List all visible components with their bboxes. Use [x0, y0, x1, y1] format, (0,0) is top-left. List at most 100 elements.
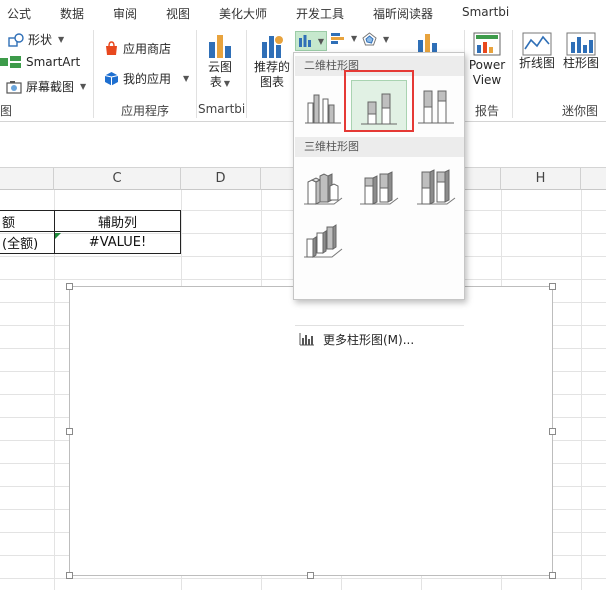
shapes-icon: [8, 32, 24, 47]
resize-handle[interactable]: [66, 283, 73, 290]
group-label-sparklines: 迷你图: [562, 104, 599, 118]
bar-chart-icon: [331, 33, 344, 44]
recommended-charts-label-1: 推荐的: [253, 60, 290, 74]
insert-radar-chart-button[interactable]: ▼: [362, 32, 389, 46]
tab-smartbi[interactable]: Smartbi: [462, 5, 509, 19]
gridline: [0, 578, 606, 579]
resize-handle[interactable]: [549, 572, 556, 579]
chevron-down-icon: ▼: [183, 74, 190, 83]
column-chart-icon: [298, 35, 311, 47]
cloud-chart-label-1: 云图: [207, 60, 232, 74]
my-apps-icon: [104, 72, 119, 86]
gridline: [581, 190, 582, 590]
chevron-down-icon: ▼: [317, 36, 325, 46]
clustered-column-icon: [305, 94, 341, 124]
office-store-button[interactable]: 应用商店: [104, 40, 171, 57]
chart-type-3d-column[interactable]: [298, 215, 348, 265]
more-charts-icon: [299, 333, 314, 346]
sparkline-column-icon: [566, 32, 596, 56]
group-label-illustrations: 图: [0, 104, 13, 118]
power-view-icon: [473, 32, 501, 56]
cell-b-header[interactable]: 额: [0, 210, 54, 232]
screenshot-label: 屏幕截图: [26, 80, 75, 94]
tab-formulas[interactable]: 公式: [7, 5, 31, 22]
chart-type-3d-clustered-column[interactable]: [298, 163, 348, 213]
smartart-icon: [0, 56, 21, 68]
resize-handle[interactable]: [549, 283, 556, 290]
shapes-label: 形状: [28, 33, 53, 47]
cloud-chart-label-2: 表 ▼: [209, 75, 231, 89]
resize-handle[interactable]: [307, 572, 314, 579]
ribbon-tab-bar: 公式 数据 审阅 视图 美化大师 开发工具 福昕阅读器 Smartbi: [0, 0, 606, 26]
power-view-label-1: Power: [468, 58, 506, 72]
sparkline-column-label: 柱形图: [562, 56, 599, 70]
screenshot-button[interactable]: 屏幕截图 ▼: [6, 78, 86, 95]
dropdown-separator: [295, 325, 464, 326]
resize-handle[interactable]: [549, 428, 556, 435]
tab-developer[interactable]: 开发工具: [296, 5, 344, 22]
sparkline-column-button[interactable]: 柱形图: [560, 32, 602, 71]
tab-view[interactable]: 视图: [166, 5, 190, 22]
group-separator: [512, 30, 513, 118]
recommended-charts-button[interactable]: 推荐的 图表: [250, 32, 294, 90]
sparkline-line-icon: [522, 32, 552, 56]
store-label: 应用商店: [123, 42, 172, 56]
percent-stacked-column-icon: [418, 90, 454, 124]
shapes-button[interactable]: 形状 ▼: [8, 31, 64, 48]
tab-review[interactable]: 审阅: [113, 5, 137, 22]
resize-handle[interactable]: [66, 428, 73, 435]
store-icon: [106, 41, 117, 55]
sparkline-line-button[interactable]: 折线图: [516, 32, 558, 71]
sparkline-line-label: 折线图: [518, 56, 555, 70]
smartart-label: SmartArt: [26, 55, 81, 69]
group-label-apps: 应用程序: [121, 104, 170, 118]
chart-type-3d-100-stacked-column[interactable]: [411, 163, 461, 213]
group-label-smartbi: Smartbi: [198, 102, 246, 116]
power-view-button[interactable]: Power View: [468, 32, 506, 88]
tab-data[interactable]: 数据: [60, 5, 84, 22]
cell-b-value[interactable]: (全额): [0, 232, 54, 254]
smartart-button[interactable]: SmartArt: [0, 55, 80, 69]
my-apps-label: 我的应用: [123, 72, 172, 86]
error-indicator-icon[interactable]: [55, 233, 61, 239]
cell-c-value[interactable]: #VALUE!: [54, 232, 181, 254]
3d-stacked-column-icon: [360, 171, 399, 205]
pivot-chart-button[interactable]: [414, 32, 440, 54]
chevron-down-icon: ▼: [80, 82, 87, 91]
insert-column-chart-button[interactable]: ▼: [295, 31, 327, 51]
group-separator: [93, 30, 94, 118]
tab-foxit[interactable]: 福昕阅读器: [373, 5, 433, 22]
screenshot-icon: [6, 80, 22, 94]
3d-column-icon: [304, 224, 343, 258]
column-header-c[interactable]: C: [54, 168, 181, 190]
column-header-b[interactable]: [0, 168, 54, 190]
section-3d-column: 三维柱形图: [295, 137, 464, 157]
tab-beautify[interactable]: 美化大师: [219, 5, 267, 22]
more-column-charts-item[interactable]: 更多柱形图(M)...: [299, 329, 414, 349]
chevron-down-icon: ▼: [383, 34, 390, 44]
chart-type-100-stacked-column[interactable]: [411, 81, 461, 131]
group-separator: [246, 30, 247, 118]
chart-type-3d-stacked-column[interactable]: [354, 163, 404, 213]
cell-c-header[interactable]: 辅助列: [54, 210, 181, 232]
column-header-h[interactable]: H: [501, 168, 581, 190]
my-apps-button[interactable]: 我的应用 ▼: [104, 70, 189, 87]
power-view-label-2: View: [472, 73, 502, 87]
chevron-down-icon: ▼: [58, 35, 65, 44]
recommended-charts-icon: [262, 36, 283, 58]
3d-percent-stacked-column-icon: [417, 169, 456, 205]
group-label-reports: 报告: [475, 104, 500, 118]
cloud-chart-icon: [209, 35, 231, 58]
pivot-chart-icon: [418, 34, 437, 54]
group-separator: [196, 30, 197, 118]
cloud-chart-button[interactable]: 云图 表 ▼: [202, 32, 238, 91]
insert-bar-chart-button[interactable]: ▼: [331, 32, 357, 44]
chart-type-clustered-column[interactable]: [298, 81, 348, 131]
chevron-down-icon: ▼: [351, 33, 358, 43]
resize-handle[interactable]: [66, 572, 73, 579]
recommended-charts-label-2: 图表: [259, 75, 284, 89]
column-header-d[interactable]: D: [181, 168, 261, 190]
selection-highlight-box: [344, 70, 414, 132]
radar-chart-icon: [362, 32, 377, 46]
column-header-i[interactable]: [581, 168, 606, 190]
